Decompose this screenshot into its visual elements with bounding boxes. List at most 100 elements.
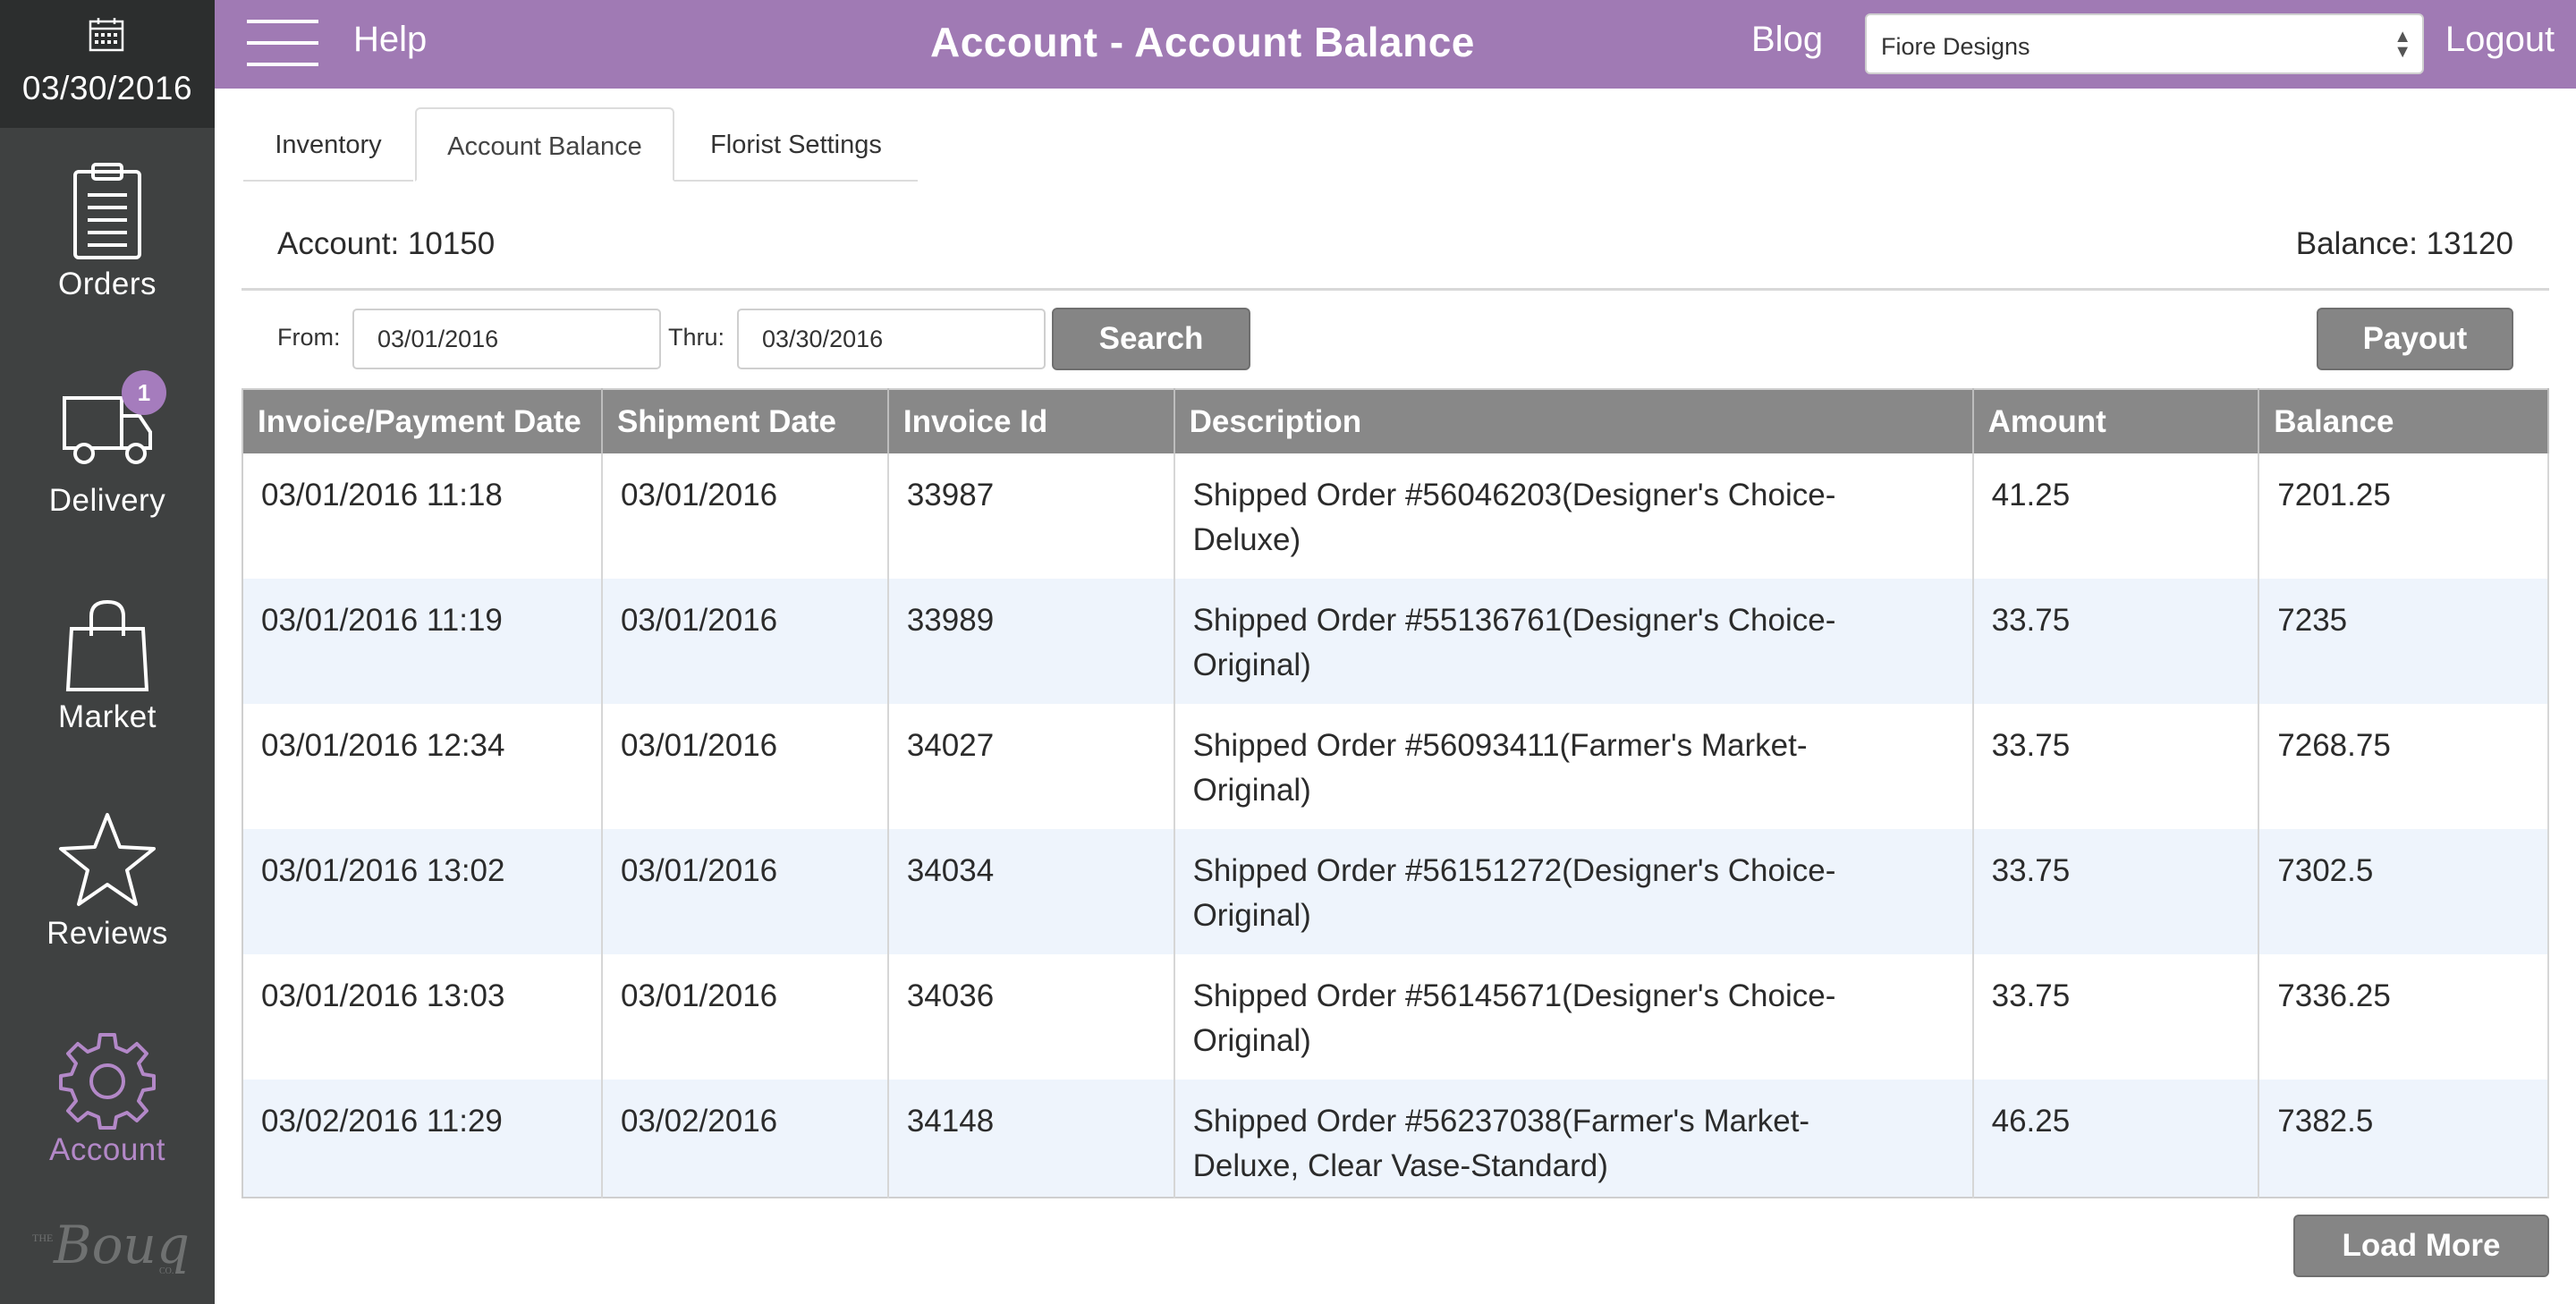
invoice-id-cell: 34027 bbox=[887, 704, 1175, 829]
amount-cell: 46.25 bbox=[1972, 1080, 2260, 1198]
top-bar: Help Account - Account Balance Blog Fior… bbox=[215, 0, 2576, 89]
description-line: Shipped Order #56046203(Designer's Choic… bbox=[1192, 478, 1836, 512]
sidebar-item-delivery[interactable]: Delivery bbox=[0, 364, 215, 579]
description-cell: Shipped Order #55136761(Designer's Choic… bbox=[1174, 579, 1974, 704]
from-label: From: bbox=[277, 324, 341, 351]
table-row: 03/01/2016 13:03 03/01/2016 34036 Shippe… bbox=[242, 954, 2549, 1080]
column-header: Amount bbox=[1972, 389, 2260, 453]
account-balance: Balance: 13120 bbox=[2295, 226, 2513, 261]
svg-text:THE: THE bbox=[32, 1232, 53, 1244]
menu-icon[interactable] bbox=[247, 20, 318, 70]
svg-text:CO.: CO. bbox=[159, 1266, 174, 1276]
balance-cell: 7268.75 bbox=[2258, 704, 2549, 829]
description-cell: Shipped Order #56145671(Designer's Choic… bbox=[1174, 954, 1974, 1080]
brand-logo: THE Bouqs CO. bbox=[32, 1215, 188, 1276]
table-row: 03/02/2016 11:29 03/02/2016 34148 Shippe… bbox=[242, 1080, 2549, 1198]
balance-cell: 7201.25 bbox=[2258, 453, 2549, 579]
current-date: 03/30/2016 bbox=[21, 70, 193, 106]
shipment-date-cell: 03/02/2016 bbox=[601, 1080, 889, 1198]
invoice-date-cell: 03/02/2016 11:29 bbox=[242, 1080, 603, 1198]
shopping-bag-icon bbox=[65, 599, 149, 691]
gear-icon bbox=[59, 1033, 156, 1130]
sidebar-item-orders[interactable]: Orders bbox=[0, 148, 215, 362]
sidebar-item-label: Delivery bbox=[48, 483, 166, 518]
description-cell: Shipped Order #56237038(Farmer's Market-… bbox=[1174, 1080, 1974, 1198]
description-line: Shipped Order #56093411(Farmer's Market- bbox=[1192, 728, 1808, 763]
help-link[interactable]: Help bbox=[353, 20, 427, 60]
invoice-id-cell: 34036 bbox=[887, 954, 1175, 1080]
balance-cell: 7235 bbox=[2258, 579, 2549, 704]
account-number: Account: 10150 bbox=[277, 226, 496, 261]
amount-cell: 33.75 bbox=[1972, 579, 2260, 704]
shipment-date-cell: 03/01/2016 bbox=[601, 704, 889, 829]
invoice-date-cell: 03/01/2016 12:34 bbox=[242, 704, 603, 829]
logout-link[interactable]: Logout bbox=[2424, 20, 2576, 60]
column-header: Description bbox=[1174, 389, 1974, 453]
description-cell: Shipped Order #56046203(Designer's Choic… bbox=[1174, 453, 1974, 579]
sidebar-item-label: Market bbox=[58, 699, 157, 734]
description-line: Deluxe, Clear Vase-Standard) bbox=[1192, 1148, 1608, 1183]
balance-cell: 7336.25 bbox=[2258, 954, 2549, 1080]
search-button[interactable]: Search bbox=[1052, 308, 1250, 370]
invoice-date-cell: 03/01/2016 11:19 bbox=[242, 579, 603, 704]
sidebar-item-reviews[interactable]: Reviews bbox=[0, 797, 215, 1012]
from-date-input[interactable] bbox=[352, 309, 661, 369]
invoice-date-cell: 03/01/2016 13:02 bbox=[242, 829, 603, 954]
invoice-id-cell: 33989 bbox=[887, 579, 1175, 704]
tab-account-balance[interactable]: Account Balance bbox=[415, 107, 674, 182]
invoice-id-cell: 33987 bbox=[887, 453, 1175, 579]
shipment-date-cell: 03/01/2016 bbox=[601, 453, 889, 579]
sidebar-item-market[interactable]: Market bbox=[0, 580, 215, 795]
sidebar-item-label: Orders bbox=[58, 267, 157, 301]
tab-inventory[interactable]: Inventory bbox=[243, 107, 413, 182]
table-row: 03/01/2016 13:02 03/01/2016 34034 Shippe… bbox=[242, 829, 2549, 954]
description-line: Deluxe) bbox=[1192, 522, 1301, 557]
balance-cell: 7302.5 bbox=[2258, 829, 2549, 954]
page-title: Account - Account Balance bbox=[930, 19, 1475, 65]
invoice-date-cell: 03/01/2016 11:18 bbox=[242, 453, 603, 579]
store-select-value: Fiore Designs bbox=[1881, 33, 2030, 60]
column-header: Invoice Id bbox=[887, 389, 1175, 453]
description-line: Original) bbox=[1192, 648, 1311, 682]
description-cell: Shipped Order #56093411(Farmer's Market-… bbox=[1174, 704, 1974, 829]
description-line: Original) bbox=[1192, 773, 1311, 808]
invoice-id-cell: 34148 bbox=[887, 1080, 1175, 1198]
star-icon bbox=[59, 813, 156, 906]
description-cell: Shipped Order #56151272(Designer's Choic… bbox=[1174, 829, 1974, 954]
description-line: Original) bbox=[1192, 898, 1311, 933]
column-header: Shipment Date bbox=[601, 389, 889, 453]
table-row: 03/01/2016 11:19 03/01/2016 33989 Shippe… bbox=[242, 579, 2549, 704]
sidebar-item-account[interactable]: Account bbox=[0, 1013, 215, 1228]
amount-cell: 33.75 bbox=[1972, 829, 2260, 954]
shipment-date-cell: 03/01/2016 bbox=[601, 954, 889, 1080]
amount-cell: 33.75 bbox=[1972, 704, 2260, 829]
description-line: Shipped Order #55136761(Designer's Choic… bbox=[1192, 603, 1836, 638]
shipment-date-cell: 03/01/2016 bbox=[601, 579, 889, 704]
shipment-date-cell: 03/01/2016 bbox=[601, 829, 889, 954]
delivery-count-badge: 1 bbox=[122, 370, 166, 415]
select-arrows-icon: ▲ ▼ bbox=[2394, 27, 2411, 62]
store-select[interactable]: Fiore Designs ▲ ▼ bbox=[1865, 13, 2424, 74]
invoice-id-cell: 34034 bbox=[887, 829, 1175, 954]
divider bbox=[242, 288, 2549, 291]
amount-cell: 33.75 bbox=[1972, 954, 2260, 1080]
blog-link[interactable]: Blog bbox=[1751, 20, 1823, 60]
description-line: Shipped Order #56145671(Designer's Choic… bbox=[1192, 978, 1836, 1013]
amount-cell: 41.25 bbox=[1972, 453, 2260, 579]
transactions-table: Invoice/Payment Date Shipment Date Invoi… bbox=[242, 388, 2549, 1198]
thru-date-input[interactable] bbox=[737, 309, 1046, 369]
invoice-date-cell: 03/01/2016 13:03 bbox=[242, 954, 603, 1080]
description-line: Shipped Order #56237038(Farmer's Market- bbox=[1192, 1104, 1810, 1139]
balance-cell: 7382.5 bbox=[2258, 1080, 2549, 1198]
description-line: Original) bbox=[1192, 1023, 1311, 1058]
payout-button[interactable]: Payout bbox=[2317, 308, 2513, 370]
column-header: Balance bbox=[2258, 389, 2549, 453]
tab-florist-settings[interactable]: Florist Settings bbox=[674, 107, 918, 182]
clipboard-icon bbox=[73, 163, 141, 259]
description-line: Shipped Order #56151272(Designer's Choic… bbox=[1192, 853, 1836, 888]
load-more-button[interactable]: Load More bbox=[2293, 1215, 2549, 1277]
calendar-icon bbox=[89, 18, 124, 52]
thru-label: Thru: bbox=[668, 324, 725, 351]
sidebar-date: 03/30/2016 bbox=[0, 0, 215, 128]
table-row: 03/01/2016 12:34 03/01/2016 34027 Shippe… bbox=[242, 704, 2549, 829]
